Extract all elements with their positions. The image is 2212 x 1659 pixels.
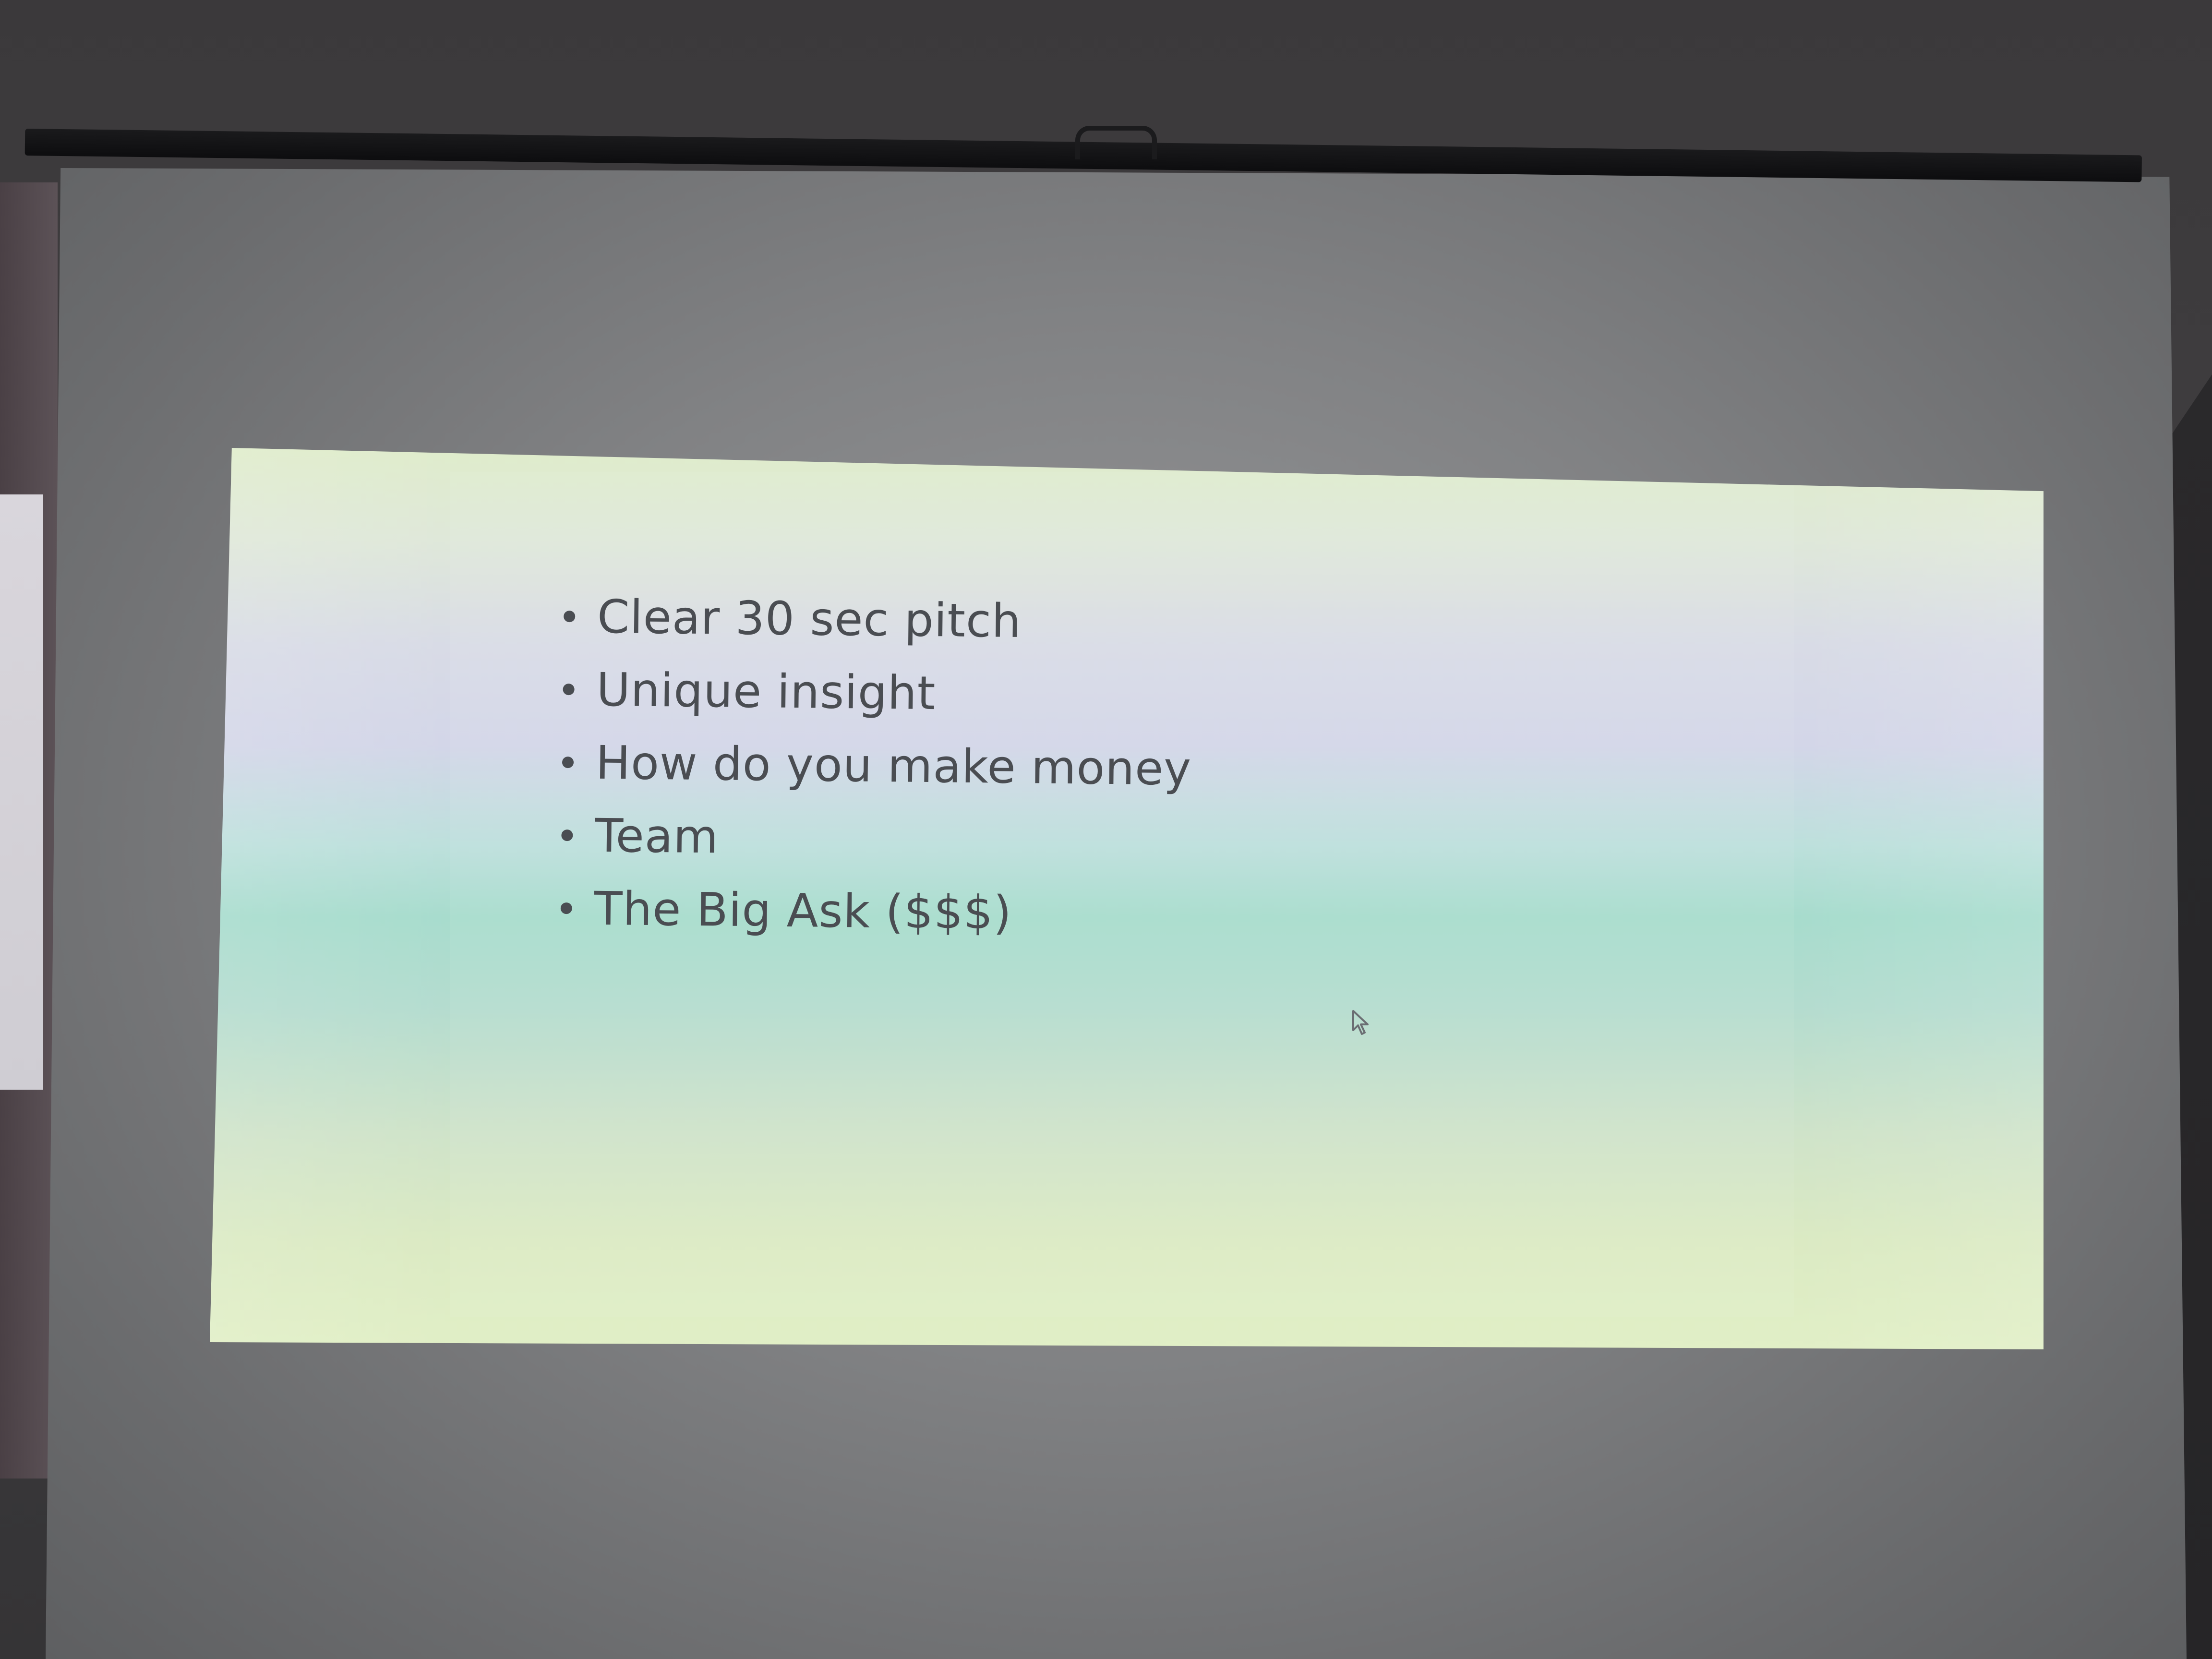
bullet-text: The Big Ask ($$$) xyxy=(594,881,1012,940)
bullet-icon xyxy=(561,829,573,842)
bullet-item: How do you make money xyxy=(562,726,1192,805)
bullet-text: How do you make money xyxy=(595,735,1192,796)
screen-mount-bracket xyxy=(1075,126,1157,159)
bullet-text: Unique insight xyxy=(596,662,936,721)
bullet-text: Clear 30 sec pitch xyxy=(597,589,1022,648)
bullet-icon xyxy=(562,756,574,769)
slide-bullet-list: Clear 30 sec pitch Unique insight How do… xyxy=(560,580,1193,951)
bullet-item: Team xyxy=(561,799,1191,878)
bullet-text: Team xyxy=(594,808,719,864)
bullet-item: Clear 30 sec pitch xyxy=(563,580,1193,660)
left-window xyxy=(0,494,43,1090)
lecture-room-photo: Clear 30 sec pitch Unique insight How do… xyxy=(0,0,2212,1659)
mouse-pointer-icon xyxy=(1352,1010,1369,1035)
bullet-icon xyxy=(560,902,572,914)
bullet-item: The Big Ask ($$$) xyxy=(560,872,1190,951)
bullet-icon xyxy=(563,683,575,696)
bullet-icon xyxy=(564,610,576,623)
bullet-item: Unique insight xyxy=(563,653,1193,733)
